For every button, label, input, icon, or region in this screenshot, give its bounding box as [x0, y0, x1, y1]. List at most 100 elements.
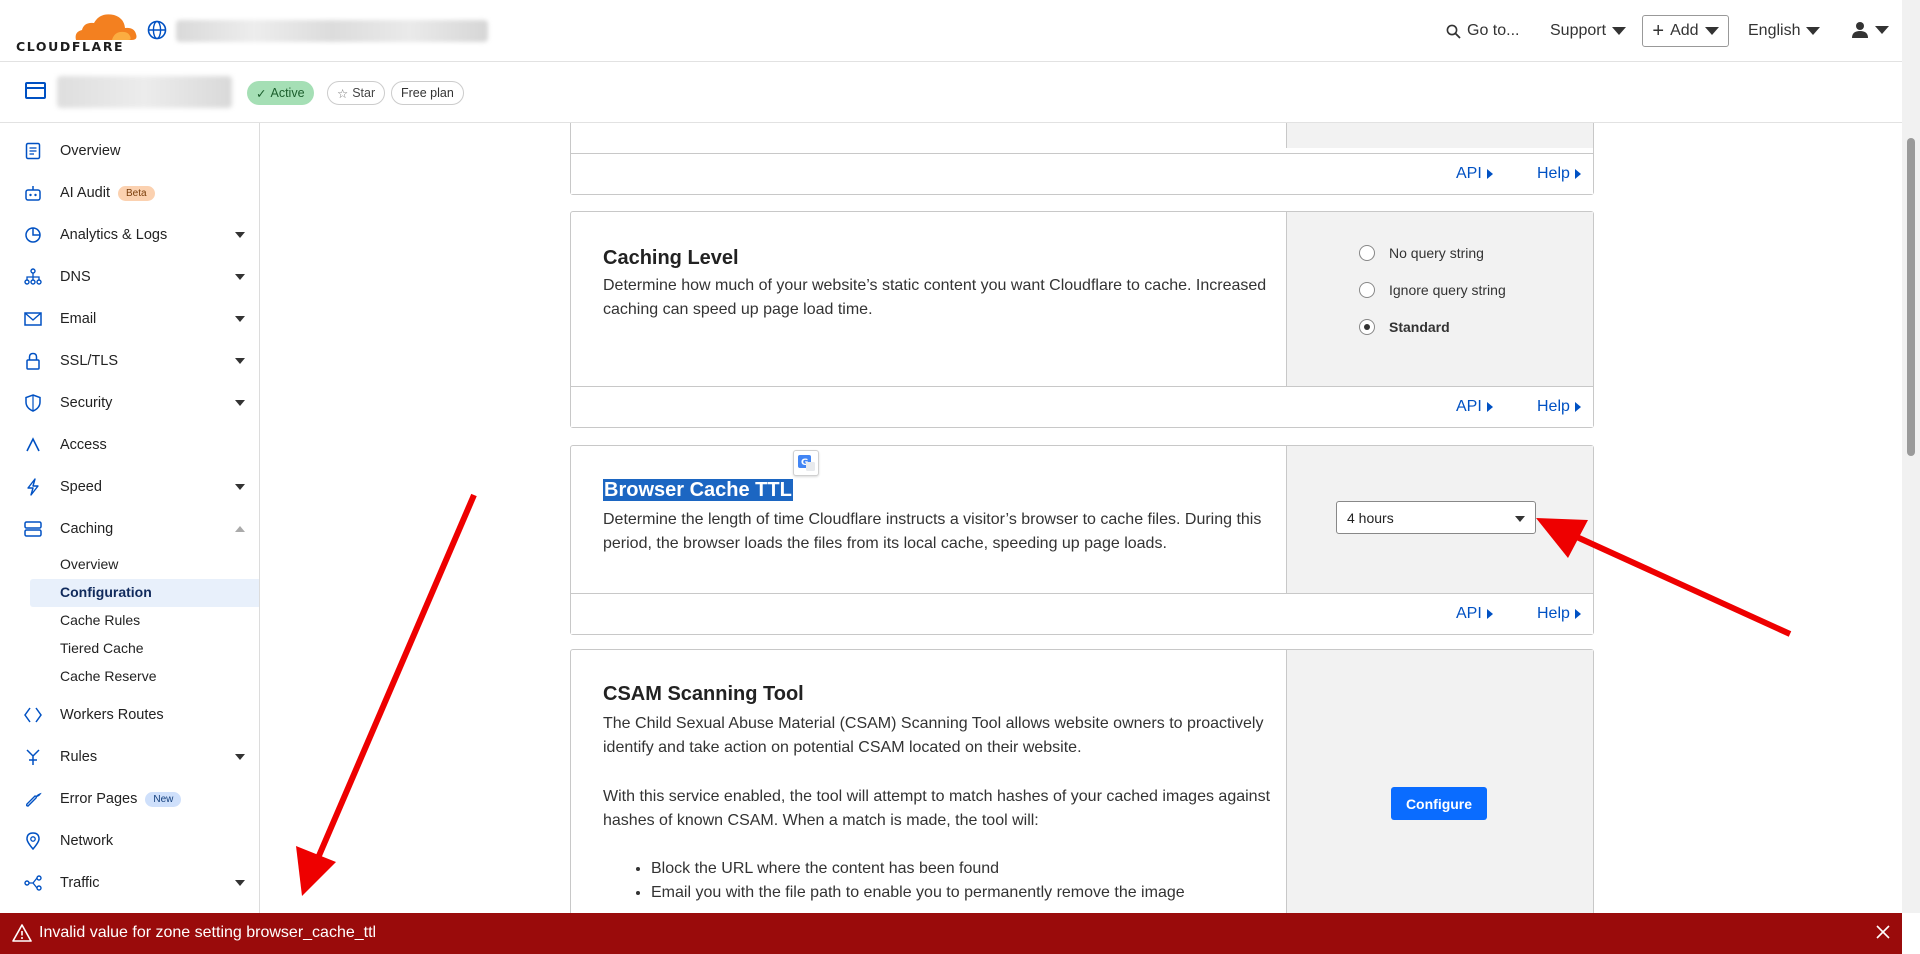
- star-icon: ☆: [337, 86, 349, 101]
- network-tree-icon: [24, 268, 42, 286]
- help-link[interactable]: Help: [1537, 605, 1581, 623]
- sidebar-item-label: Network: [60, 833, 114, 849]
- goto-label: Go to...: [1467, 22, 1520, 39]
- sidebar-subitem-cache-rules[interactable]: Cache Rules: [60, 612, 140, 628]
- plan-label: Free plan: [401, 86, 454, 100]
- zone-name-redacted[interactable]: [57, 76, 232, 108]
- radio-circle[interactable]: [1359, 282, 1375, 298]
- sidebar-subitem-overview[interactable]: Overview: [60, 556, 118, 572]
- radio-label: No query string: [1389, 245, 1484, 261]
- goto-search[interactable]: Go to...: [1446, 22, 1519, 40]
- radio-circle[interactable]: [1359, 245, 1375, 261]
- scrollbar-thumb[interactable]: [1907, 138, 1915, 456]
- csam-actions-list: Block the URL where the content has been…: [651, 857, 1185, 905]
- caret-right-icon: [1486, 609, 1493, 619]
- sidebar-subitem-cache-reserve[interactable]: Cache Reserve: [60, 668, 157, 684]
- radio-label: Ignore query string: [1389, 282, 1506, 298]
- sidebar-item-label: Email: [60, 311, 97, 327]
- chevron-down-icon: [235, 484, 245, 490]
- cloudflare-logo[interactable]: CLOUDFLARE: [16, 10, 137, 54]
- lock-icon: [24, 352, 42, 370]
- sidebar-item-label: Traffic: [60, 875, 100, 891]
- sidebar-item-label: SSL/TLS: [60, 353, 119, 369]
- add-label: Add: [1670, 22, 1699, 39]
- sidebar-item-label: Security: [60, 395, 113, 411]
- help-link[interactable]: Help: [1537, 398, 1581, 416]
- card-title: Caching Level: [603, 247, 739, 269]
- sidebar-item-caching[interactable]: Caching: [0, 511, 259, 547]
- robot-icon: [24, 184, 42, 202]
- sidebar-item-label: DNS: [60, 269, 91, 285]
- sidebar-item-access[interactable]: Access: [0, 427, 259, 463]
- sidebar-item-label: Workers Routes: [60, 707, 164, 723]
- star-label: Star: [352, 86, 376, 100]
- sidebar-item-ai-audit[interactable]: AI Audit Beta: [0, 175, 259, 211]
- radio-ignore-query-string[interactable]: Ignore query string: [1359, 282, 1506, 298]
- document-icon: [24, 142, 42, 160]
- chevron-down-icon: [1612, 27, 1627, 35]
- radio-circle-selected[interactable]: [1359, 319, 1375, 335]
- ai-audit-label: AI Audit: [60, 185, 110, 201]
- star-button[interactable]: ☆ Star: [327, 81, 386, 105]
- radio-no-query-string[interactable]: No query string: [1359, 245, 1484, 261]
- support-label: Support: [1550, 22, 1607, 39]
- account-name-redacted[interactable]: [176, 20, 488, 42]
- card-description: The Child Sexual Abuse Material (CSAM) S…: [603, 715, 1264, 756]
- radio-standard[interactable]: Standard: [1359, 319, 1450, 335]
- api-link[interactable]: API: [1456, 605, 1493, 623]
- sidebar-item-label: Speed: [60, 479, 102, 495]
- help-link-label: Help: [1537, 605, 1570, 622]
- status-label: Active: [270, 86, 305, 100]
- api-link[interactable]: API: [1456, 165, 1493, 183]
- sidebar-item-label: Access: [60, 437, 107, 453]
- sidebar-item-network[interactable]: Network: [0, 823, 259, 859]
- sidebar-item-ssl-tls[interactable]: SSL/TLS: [0, 343, 259, 379]
- globe-icon[interactable]: [147, 20, 167, 40]
- sidebar-item-overview[interactable]: Overview: [0, 133, 259, 169]
- wrench-icon: [24, 790, 42, 808]
- translate-icon[interactable]: G: [793, 450, 819, 476]
- csam-scanning-card: CSAM Scanning Tool The Child Sexual Abus…: [570, 649, 1594, 913]
- chevron-down-icon: [235, 358, 245, 364]
- language-menu[interactable]: English: [1748, 22, 1821, 40]
- sidebar-item-email[interactable]: Email: [0, 301, 259, 337]
- support-menu[interactable]: Support: [1550, 22, 1627, 40]
- browser-cache-ttl-select[interactable]: 4 hours: [1336, 501, 1536, 534]
- sidebar-item-label: Caching: [60, 521, 114, 537]
- error-pages-label: Error Pages: [60, 791, 138, 807]
- sidebar-item-security[interactable]: Security: [0, 385, 259, 421]
- close-icon[interactable]: [1875, 924, 1891, 940]
- sidebar-item-analytics[interactable]: Analytics & Logs: [0, 217, 259, 253]
- sidebar-subitem-configuration[interactable]: Configuration: [60, 584, 152, 600]
- list-item: Email you with the file path to enable y…: [651, 881, 1185, 905]
- plan-badge[interactable]: Free plan: [391, 81, 464, 105]
- sidebar-item-speed[interactable]: Speed: [0, 469, 259, 505]
- sidebar-item-error-pages[interactable]: Error Pages New: [0, 781, 259, 817]
- sidebar-item-traffic[interactable]: Traffic: [0, 865, 259, 901]
- select-value: 4 hours: [1347, 509, 1394, 526]
- card-title: Browser Cache TTL: [603, 479, 793, 502]
- sidebar-item-workers-routes[interactable]: Workers Routes: [0, 697, 259, 733]
- chevron-down-icon: [1704, 27, 1719, 35]
- caching-level-card: Caching Level Determine how much of your…: [570, 211, 1594, 428]
- page-scrollbar[interactable]: [1902, 0, 1920, 913]
- api-link-label: API: [1456, 605, 1482, 622]
- chevron-down-icon: [235, 400, 245, 406]
- card-footer: API Help: [571, 153, 1593, 194]
- check-icon: ✓: [256, 86, 267, 101]
- configure-button[interactable]: Configure: [1391, 787, 1487, 820]
- sidebar-item-dns[interactable]: DNS: [0, 259, 259, 295]
- caret-right-icon: [1574, 169, 1581, 179]
- rules-icon: [24, 748, 42, 766]
- user-menu[interactable]: [1851, 21, 1889, 39]
- add-button[interactable]: + Add: [1642, 15, 1729, 47]
- chevron-up-icon: [235, 526, 245, 532]
- caret-right-icon: [1574, 609, 1581, 619]
- sidebar-item-rules[interactable]: Rules: [0, 739, 259, 775]
- api-link[interactable]: API: [1456, 398, 1493, 416]
- traffic-icon: [24, 874, 42, 892]
- sidebar-subitem-tiered-cache[interactable]: Tiered Cache: [60, 640, 144, 656]
- help-link[interactable]: Help: [1537, 165, 1581, 183]
- card-description-2: With this service enabled, the tool will…: [603, 788, 1271, 829]
- card-description: Determine how much of your website’s sta…: [603, 277, 1267, 318]
